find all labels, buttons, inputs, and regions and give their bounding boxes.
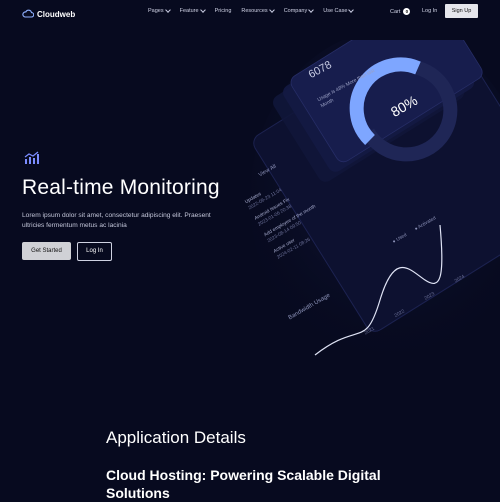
main-menu: Pages Feature Pricing Resources Company … bbox=[148, 7, 355, 14]
top-navigation: Cloudweb Pages Feature Pricing Resources… bbox=[0, 0, 500, 22]
signup-button[interactable]: Sign Up bbox=[445, 4, 478, 18]
nav-item-label: Company bbox=[283, 8, 308, 14]
section-title: Application Details bbox=[106, 428, 246, 447]
login-link[interactable]: Log In bbox=[422, 8, 437, 14]
hero-title: Real-time Monitoring bbox=[22, 176, 220, 199]
cart-label: Cart bbox=[390, 8, 401, 15]
chevron-down-icon bbox=[268, 7, 275, 13]
nav-item-label: Pages bbox=[148, 8, 164, 14]
nav-item-resources[interactable]: Resources bbox=[241, 7, 275, 14]
chevron-down-icon bbox=[164, 7, 171, 13]
nav-item-label: Use Case bbox=[323, 8, 348, 14]
nav-item-pages[interactable]: Pages bbox=[148, 7, 171, 14]
dashboard-illustration: 6078 Usage is 48% More than last Month 8… bbox=[240, 40, 500, 380]
cloud-icon bbox=[22, 5, 35, 23]
chevron-down-icon bbox=[348, 7, 355, 13]
hero-login-button[interactable]: Log In bbox=[77, 242, 112, 261]
cart-count-badge: 0 bbox=[403, 8, 411, 15]
chart-analytics-icon bbox=[24, 151, 40, 170]
nav-item-company[interactable]: Company bbox=[283, 7, 315, 14]
nav-item-feature[interactable]: Feature bbox=[179, 7, 206, 14]
brand-logo[interactable]: Cloudweb bbox=[22, 5, 75, 23]
nav-item-label: Pricing bbox=[214, 8, 232, 14]
nav-item-pricing[interactable]: Pricing bbox=[215, 8, 232, 14]
nav-item-label: Resources bbox=[241, 8, 268, 14]
chevron-down-icon bbox=[199, 7, 206, 13]
cart-button[interactable]: Cart 0 bbox=[390, 8, 411, 15]
nav-item-use-case[interactable]: Use Case bbox=[323, 7, 355, 14]
brand-name: Cloudweb bbox=[37, 9, 76, 19]
hero-subtitle: Lorem ipsum dolor sit amet, consectetur … bbox=[22, 212, 211, 229]
chevron-down-icon bbox=[308, 7, 315, 13]
nav-item-label: Feature bbox=[179, 8, 199, 14]
get-started-button[interactable]: Get Started bbox=[22, 242, 71, 260]
